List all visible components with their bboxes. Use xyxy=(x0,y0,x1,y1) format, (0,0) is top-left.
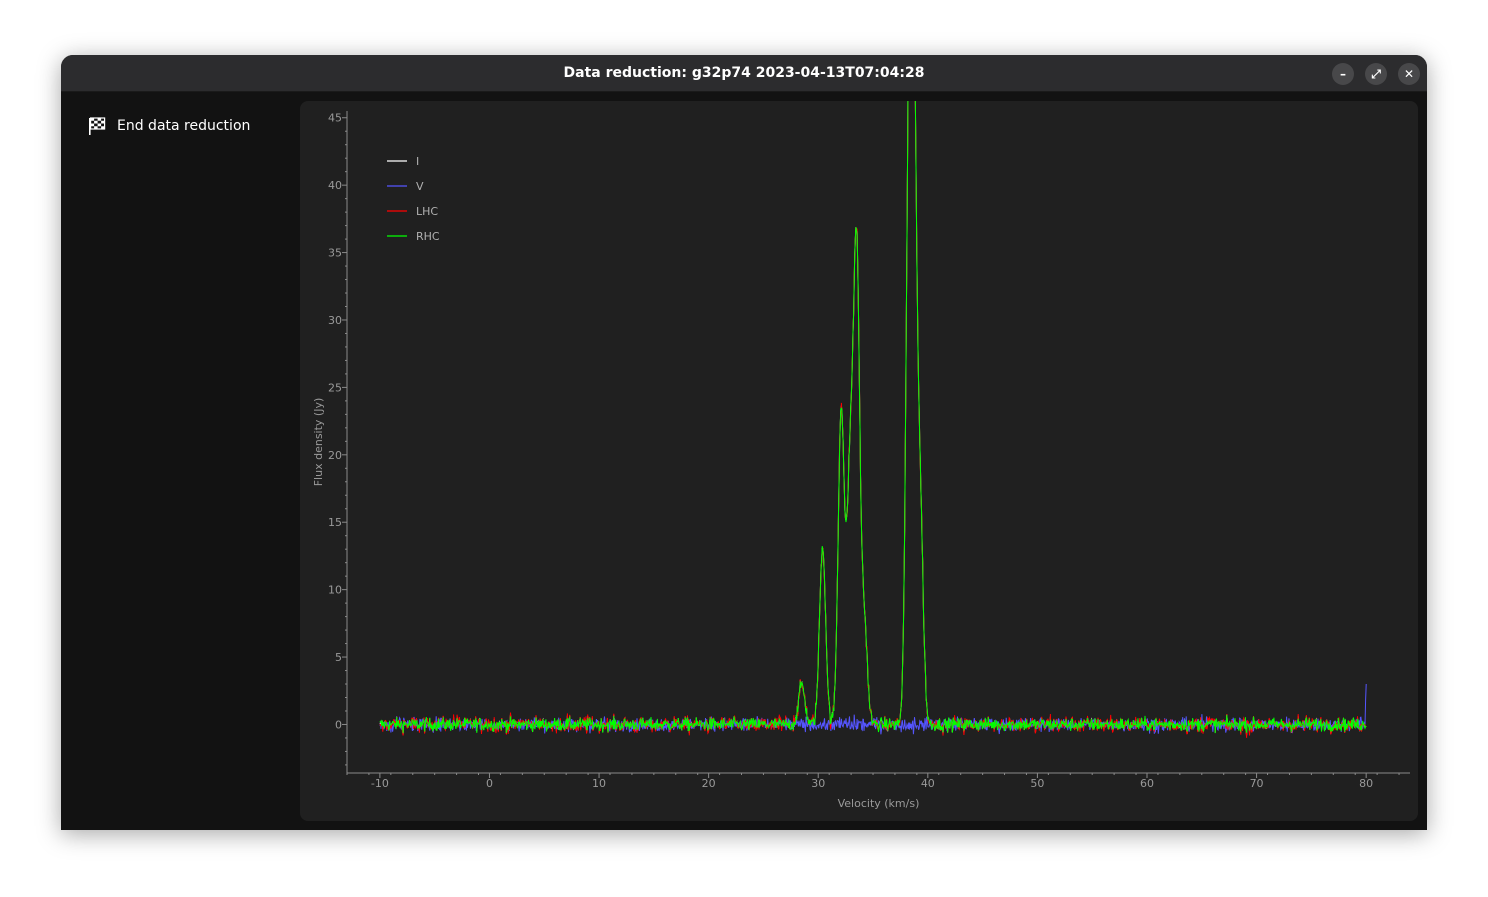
y-tick-label: 20 xyxy=(328,449,342,462)
x-tick-label: 0 xyxy=(486,777,493,790)
spectrum-chart[interactable]: 0 5 10 15 20 25 30 35 40 45 -10 0 10 20 30 40 50 60 70 80 Ve… xyxy=(300,101,1418,821)
x-tick-label: 80 xyxy=(1359,777,1373,790)
x-axis-label: Velocity (km/s) xyxy=(838,797,920,810)
y-tick-label: 30 xyxy=(328,314,342,327)
checkered-flag-icon xyxy=(89,117,106,135)
y-tick-label: 45 xyxy=(328,112,342,125)
x-tick-label: -10 xyxy=(371,777,389,790)
x-tick-label: 30 xyxy=(811,777,825,790)
minimize-button[interactable]: – xyxy=(1332,63,1354,85)
y-tick-label: 0 xyxy=(335,718,342,731)
y-tick-label: 40 xyxy=(328,179,342,192)
x-tick-label: 70 xyxy=(1250,777,1264,790)
window-title: Data reduction: g32p74 2023-04-13T07:04:… xyxy=(563,65,925,81)
legend-label-lhc: LHC xyxy=(416,205,438,218)
legend-label-i: I xyxy=(416,155,419,168)
end-data-reduction-item[interactable]: End data reduction xyxy=(87,114,250,138)
y-tick-label: 10 xyxy=(328,584,342,597)
plot-panel: 0 5 10 15 20 25 30 35 40 45 -10 0 10 20 30 40 50 60 70 80 Ve… xyxy=(300,101,1418,821)
maximize-button[interactable]: ⤢ xyxy=(1365,63,1387,85)
x-tick-label: 60 xyxy=(1140,777,1154,790)
legend-label-rhc: RHC xyxy=(416,230,440,243)
legend-label-v: V xyxy=(416,180,424,193)
x-tick-label: 20 xyxy=(702,777,716,790)
y-tick-label: 35 xyxy=(328,247,342,260)
sidebar: End data reduction xyxy=(61,92,300,830)
end-data-reduction-label: End data reduction xyxy=(117,118,251,134)
series-line-i xyxy=(379,101,1367,736)
x-tick-label: 10 xyxy=(592,777,606,790)
title-bar[interactable]: Data reduction: g32p74 2023-04-13T07:04:… xyxy=(61,55,1427,92)
close-button[interactable]: ✕ xyxy=(1398,63,1420,85)
series-line-rhc xyxy=(379,101,1367,734)
y-tick-label: 25 xyxy=(328,381,342,394)
series-line-lhc xyxy=(379,101,1367,738)
data-reduction-window: Data reduction: g32p74 2023-04-13T07:04:… xyxy=(61,55,1427,830)
x-tick-label: 50 xyxy=(1030,777,1044,790)
y-tick-label: 15 xyxy=(328,516,342,529)
y-axis-label: Flux density (Jy) xyxy=(312,398,325,487)
x-tick-label: 40 xyxy=(921,777,935,790)
y-tick-label: 5 xyxy=(335,651,342,664)
